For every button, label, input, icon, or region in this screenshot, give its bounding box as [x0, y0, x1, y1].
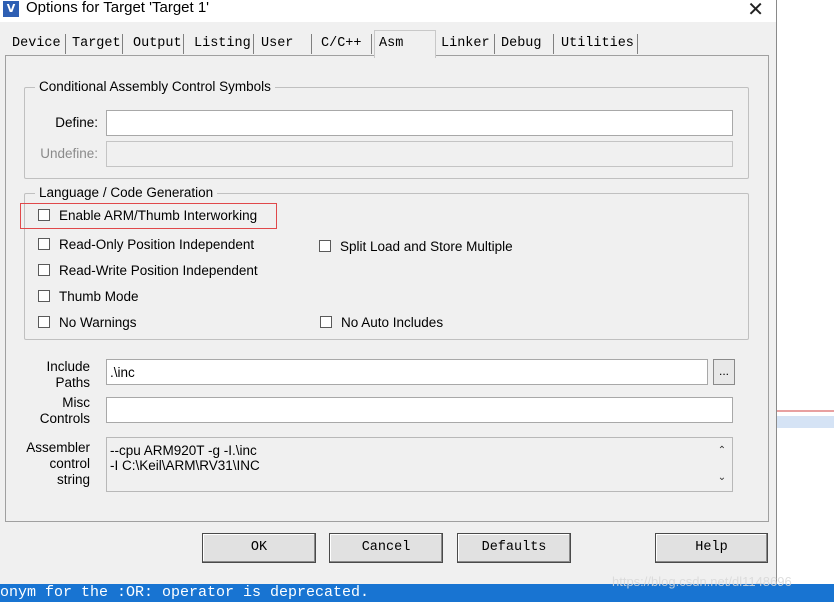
checkbox-square[interactable] — [319, 240, 331, 252]
background-band — [777, 416, 834, 428]
misc-label-line2: Controls — [39, 411, 90, 426]
misc-label: Misc Controls — [30, 395, 90, 427]
control-line-1: --cpu ARM920T -g -I.\inc — [110, 443, 257, 458]
tab-listing[interactable]: Listing — [190, 34, 254, 54]
close-icon[interactable]: ✕ — [747, 0, 764, 21]
assembler-label-line2: control — [49, 456, 90, 471]
cancel-button[interactable]: Cancel — [329, 533, 443, 563]
misc-label-line1: Misc — [62, 395, 90, 410]
tab-debug[interactable]: Debug — [497, 34, 554, 54]
checkbox-square[interactable] — [38, 316, 50, 328]
interworking-label: Enable ARM/Thumb Interworking — [59, 208, 258, 223]
tab-device[interactable]: Device — [8, 34, 66, 54]
assembler-label: Assembler control string — [20, 440, 90, 488]
watermark-text: https://blog.csdn.net/dl1148696 — [612, 574, 792, 589]
include-label: Include Paths — [30, 359, 90, 391]
scroll-up-icon[interactable]: ⌃ — [716, 445, 728, 457]
undefine-input[interactable] — [106, 141, 733, 167]
include-paths-input[interactable] — [106, 359, 708, 385]
background-divider — [777, 410, 834, 412]
undefine-label: Undefine: — [40, 146, 98, 161]
checkbox-square[interactable] — [320, 316, 332, 328]
ropi-label: Read-Only Position Independent — [59, 237, 255, 252]
nowarn-label: No Warnings — [59, 315, 137, 330]
ok-button[interactable]: OK — [202, 533, 316, 563]
tab-asm[interactable]: Asm — [374, 30, 436, 58]
conditional-assembly-label: Conditional Assembly Control Symbols — [35, 79, 275, 94]
assembler-label-line1: Assembler — [26, 440, 90, 455]
noauto-label: No Auto Includes — [341, 315, 444, 330]
include-label-line1: Include — [46, 359, 90, 374]
checkbox-square[interactable] — [38, 290, 50, 302]
browse-button[interactable]: ... — [713, 359, 735, 385]
thumb-label: Thumb Mode — [59, 289, 139, 304]
scroll-down-icon[interactable]: ⌄ — [716, 472, 728, 484]
control-line-2: -I C:\Keil\ARM\RV31\INC — [110, 458, 260, 473]
options-dialog: V Options for Target 'Target 1' ✕ Device… — [0, 0, 777, 584]
tab-cc[interactable]: C/C++ — [317, 34, 372, 54]
define-label: Define: — [55, 115, 98, 130]
tab-linker[interactable]: Linker — [437, 34, 495, 54]
checkbox-square[interactable] — [38, 264, 50, 276]
checkbox-square[interactable] — [38, 238, 50, 250]
rwpi-label: Read-Write Position Independent — [59, 263, 258, 278]
keil-uvision-icon: V — [3, 1, 19, 17]
title-bar: V Options for Target 'Target 1' ✕ — [0, 0, 776, 22]
language-group-label: Language / Code Generation — [35, 185, 218, 200]
tab-target[interactable]: Target — [68, 34, 123, 54]
tab-output[interactable]: Output — [129, 34, 184, 54]
background-window — [777, 385, 834, 445]
help-button[interactable]: Help — [655, 533, 768, 563]
window-title: Options for Target 'Target 1' — [26, 0, 210, 16]
defaults-button[interactable]: Defaults — [457, 533, 571, 563]
misc-controls-input[interactable] — [106, 397, 733, 423]
tab-user[interactable]: User — [257, 34, 312, 54]
assembler-label-line3: string — [56, 472, 90, 487]
split-label: Split Load and Store Multiple — [340, 239, 513, 254]
assembler-control-string[interactable]: --cpu ARM920T -g -I.\inc -I C:\Keil\ARM\… — [106, 437, 733, 492]
define-input[interactable] — [106, 110, 733, 136]
checkbox-square[interactable] — [38, 209, 50, 221]
include-label-line2: Paths — [55, 375, 90, 390]
tab-utilities[interactable]: Utilities — [557, 34, 638, 54]
